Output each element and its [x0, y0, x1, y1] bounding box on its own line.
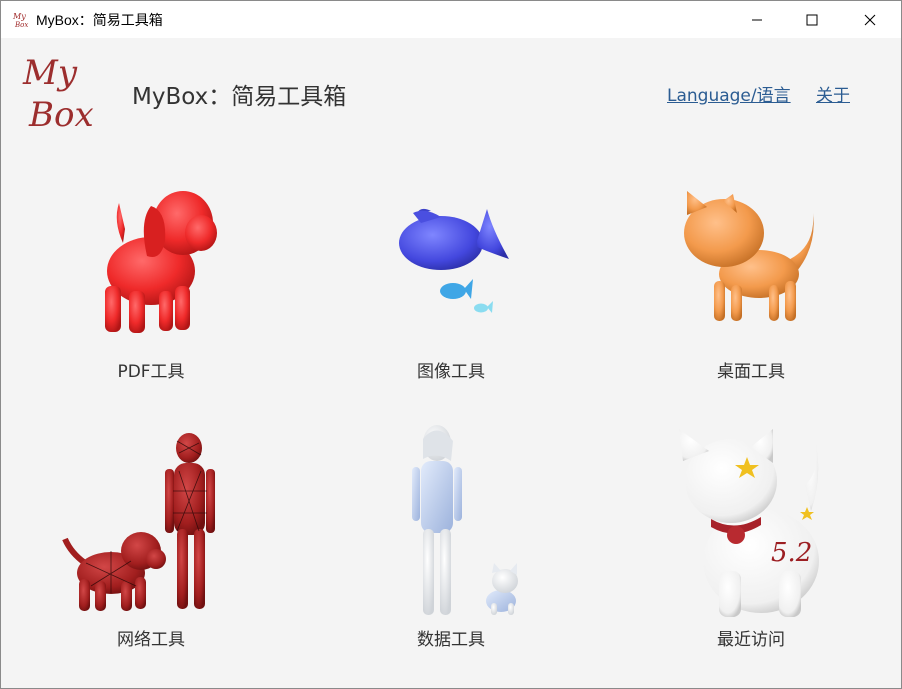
window-title: MyBox：简易工具箱	[36, 12, 163, 28]
data-tools-button[interactable]: 数据工具	[301, 421, 601, 651]
pdf-tools-button[interactable]: PDF工具	[1, 151, 301, 382]
maximize-button[interactable]	[789, 1, 835, 38]
about-link[interactable]: 关于	[816, 81, 850, 106]
lucky-cat-icon: 5.2	[679, 429, 819, 617]
page-title: MyBox：简易工具箱	[132, 84, 347, 110]
pdf-tools-label: PDF工具	[117, 362, 185, 382]
language-link[interactable]: Language/语言	[667, 81, 791, 106]
svg-text:Box: Box	[28, 95, 94, 135]
mybox-logo: My Box	[22, 53, 94, 135]
desktop-tools-button[interactable]: 桌面工具	[601, 151, 901, 382]
title-bar[interactable]: My Box MyBox：简易工具箱	[1, 1, 901, 38]
orange-cat-icon	[684, 191, 814, 321]
desktop-tools-label: 桌面工具	[717, 362, 785, 382]
spider-dog-and-person-icon	[62, 433, 215, 611]
svg-text:5.2: 5.2	[771, 538, 812, 568]
maximize-icon	[806, 14, 818, 25]
minimize-icon	[752, 19, 762, 20]
svg-text:My: My	[22, 53, 78, 93]
image-tools-label: 图像工具	[417, 362, 485, 382]
mybox-app-icon: My Box	[12, 12, 28, 29]
network-tools-button[interactable]: 网络工具	[1, 421, 301, 651]
network-tools-label: 网络工具	[117, 630, 185, 650]
blue-fish-icon	[399, 208, 509, 313]
minimize-button[interactable]	[734, 1, 780, 38]
image-tools-button[interactable]: 图像工具	[301, 151, 601, 382]
close-button[interactable]	[847, 1, 893, 38]
data-tools-label: 数据工具	[417, 630, 485, 650]
close-icon	[864, 14, 876, 25]
recent-access-label: 最近访问	[717, 630, 785, 650]
svg-text:Box: Box	[14, 21, 28, 29]
svg-text:My: My	[12, 12, 26, 21]
girl-and-cat-icon	[412, 425, 518, 615]
recent-access-button[interactable]: 5.2 最近访问	[601, 421, 901, 651]
red-dog-icon	[105, 191, 217, 333]
app-window: My Box MyBox：简易工具箱 My Box MyBox：简易工具箱 La…	[0, 0, 902, 689]
